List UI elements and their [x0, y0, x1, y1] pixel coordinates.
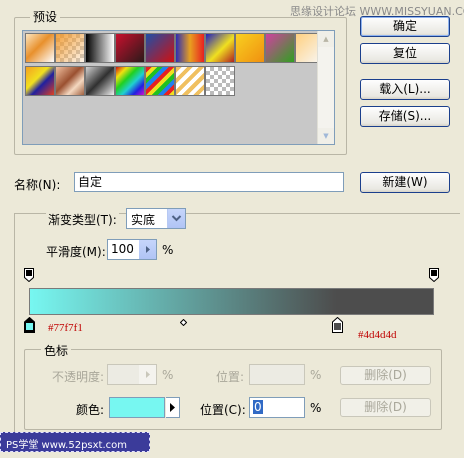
preset-swatch[interactable] — [175, 33, 205, 63]
preset-swatch[interactable] — [265, 33, 295, 63]
preset-swatch[interactable] — [115, 66, 145, 96]
preset-swatch[interactable] — [55, 66, 85, 96]
preset-swatch[interactable] — [205, 66, 235, 96]
color-stop-start[interactable] — [24, 316, 35, 333]
footer-watermark: PS学堂 www.52psxt.com — [0, 432, 150, 452]
end-color-annotation: #4d4d4d — [358, 329, 397, 341]
reset-button[interactable]: 复位 — [360, 43, 450, 64]
scroll-down-button[interactable]: ▼ — [318, 128, 334, 144]
gradient-type-select[interactable]: 实底 — [126, 208, 186, 229]
ok-button[interactable]: 确定 — [360, 16, 450, 37]
preset-scrollbar[interactable]: ▲ ▼ — [317, 31, 334, 144]
gradient-bar[interactable] — [29, 288, 434, 315]
preset-swatch[interactable] — [55, 33, 85, 63]
opacity-location-input — [249, 364, 305, 385]
preset-swatch[interactable] — [235, 33, 265, 63]
opacity-arrow-icon — [139, 365, 156, 384]
preset-swatch[interactable] — [145, 33, 175, 63]
opacity-input — [107, 364, 157, 385]
preset-swatch[interactable] — [85, 33, 115, 63]
gradient-type-label: 渐变类型(T): — [46, 211, 119, 228]
location-unit: % — [310, 401, 322, 415]
color-delete-button: 删除(D) — [340, 398, 431, 417]
preset-swatch[interactable] — [145, 66, 175, 96]
opacity-label: 不透明度: — [52, 370, 105, 384]
preset-list[interactable]: ▲ ▼ — [22, 30, 335, 145]
chevron-down-icon[interactable] — [167, 209, 185, 228]
smoothness-label: 平滑度(M): — [46, 245, 106, 259]
color-picker-arrow-button[interactable] — [166, 397, 180, 418]
color-swatch[interactable] — [109, 397, 165, 418]
preset-swatch[interactable] — [85, 66, 115, 96]
opacity-stop-end[interactable] — [429, 268, 439, 283]
presets-title: 预设 — [30, 8, 61, 25]
scroll-up-button[interactable]: ▲ — [318, 31, 334, 47]
location-input[interactable]: 0 — [249, 397, 305, 418]
preset-swatch[interactable] — [175, 66, 205, 96]
color-stops-title: 色标 — [41, 342, 72, 359]
footer-watermark-text: PS学堂 www.52psxt.com — [6, 440, 128, 451]
opacity-location-unit: % — [310, 368, 322, 382]
location-label: 位置(C): — [200, 403, 246, 417]
name-label: 名称(N): — [14, 178, 61, 192]
opacity-delete-button: 删除(D) — [340, 366, 431, 385]
gradient-type-value: 实底 — [131, 213, 156, 227]
preset-swatch[interactable] — [115, 33, 145, 63]
name-input[interactable]: 自定 — [74, 172, 344, 192]
preset-swatch[interactable] — [25, 66, 55, 96]
color-stop-end[interactable] — [331, 316, 343, 333]
name-value: 自定 — [78, 175, 103, 189]
preset-swatch[interactable] — [25, 33, 55, 63]
smoothness-value: 100 — [111, 242, 134, 256]
color-label: 颜色: — [76, 403, 105, 417]
opacity-unit: % — [162, 368, 174, 382]
midpoint-diamond[interactable] — [179, 315, 188, 327]
smoothness-input[interactable]: 100 — [107, 239, 157, 260]
smoothness-arrow-icon[interactable] — [139, 240, 156, 259]
location-value: 0 — [253, 400, 263, 414]
new-button[interactable]: 新建(W) — [360, 172, 450, 193]
opacity-location-label: 位置: — [216, 370, 245, 384]
start-color-annotation: #77f7f1 — [48, 322, 83, 334]
opacity-stop-start[interactable] — [24, 268, 34, 283]
preset-swatch[interactable] — [205, 33, 235, 63]
load-button[interactable]: 载入(L)... — [360, 79, 450, 100]
save-button[interactable]: 存储(S)... — [360, 106, 450, 127]
smoothness-unit: % — [162, 243, 174, 257]
